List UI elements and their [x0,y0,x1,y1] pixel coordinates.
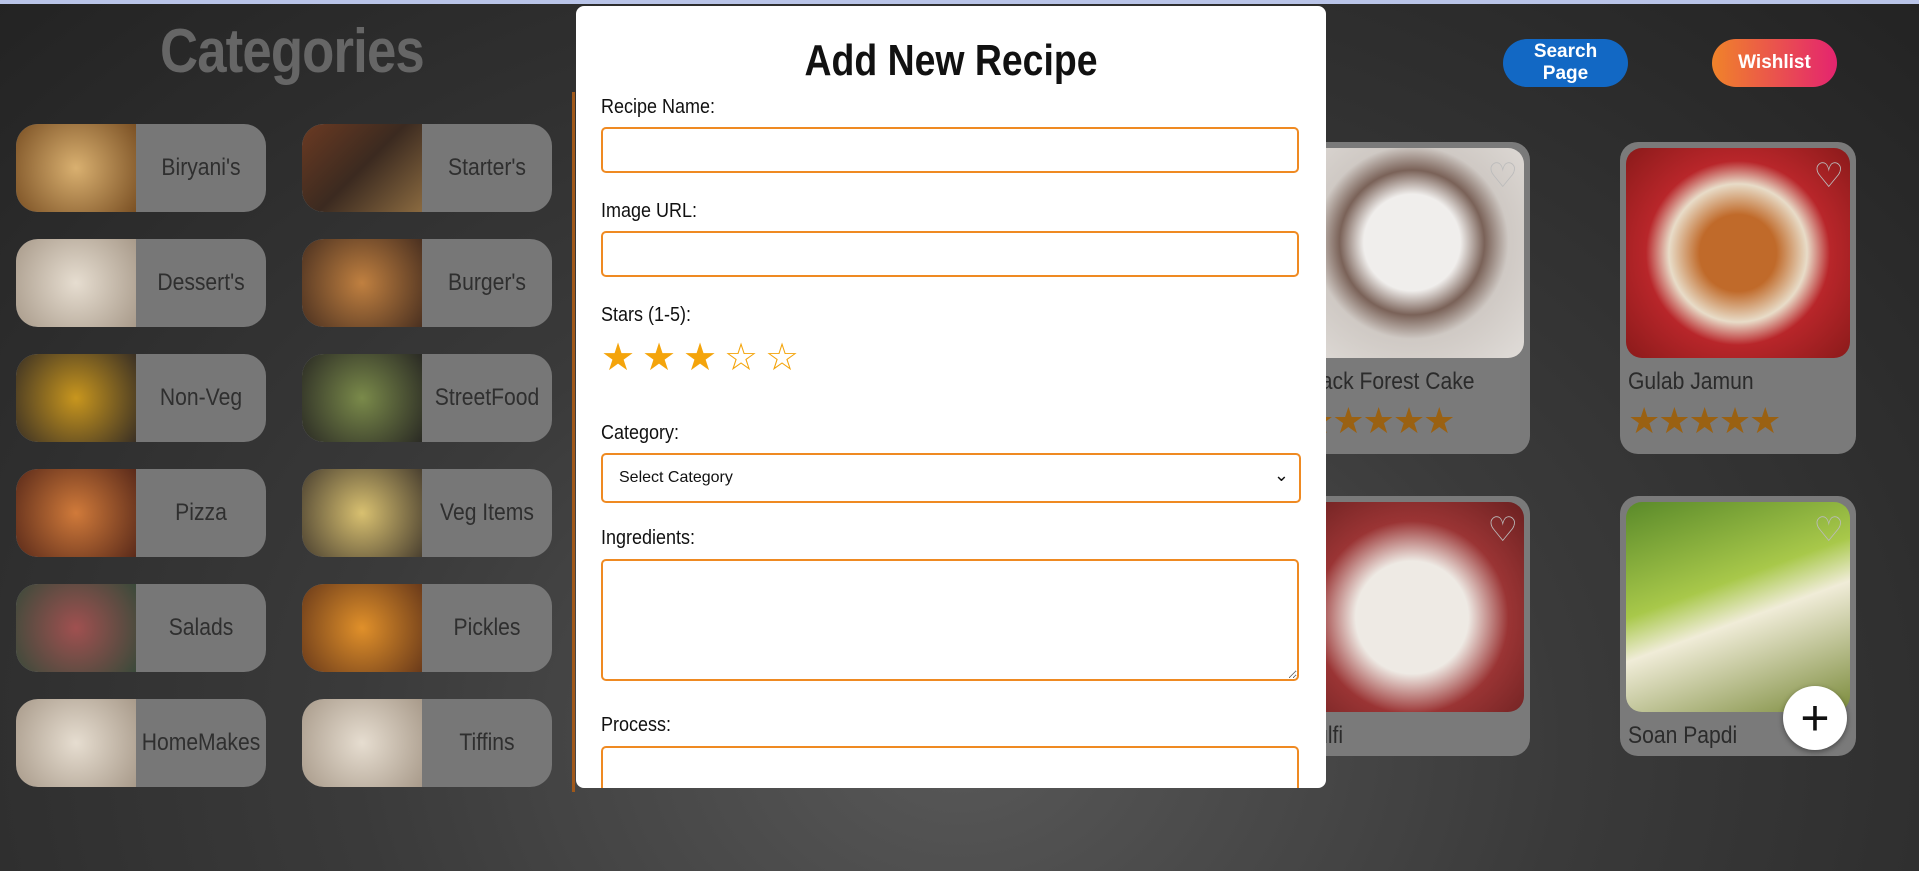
category-image [302,699,422,787]
category-label: Starter's [448,154,526,181]
category-image [302,354,422,442]
category-label: Biryani's [161,154,241,181]
recipe-name: Black Forest Cake [1302,368,1475,395]
category-tile-salads[interactable]: Salads [16,584,266,672]
category-select-value: Select Category [619,469,733,486]
wishlist-button[interactable]: Wishlist [1712,39,1837,87]
ingredients-textarea[interactable] [601,559,1299,681]
category-image [16,239,136,327]
category-image [16,469,136,557]
category-tile-pizza[interactable]: Pizza [16,469,266,557]
plus-icon: + [1800,690,1830,746]
category-select[interactable]: Select Category ⌄ [601,453,1301,503]
add-recipe-modal: Add New Recipe Recipe Name: Image URL: S… [576,6,1326,788]
category-tile-desserts[interactable]: Dessert's [16,239,266,327]
category-tile-pickles[interactable]: Pickles [302,584,552,672]
search-page-button[interactable]: Search Page [1503,39,1628,87]
category-label: Salads [168,614,234,641]
recipe-stars: ★★★★★ [1628,400,1781,441]
heart-icon[interactable]: ♡ [1814,510,1844,550]
recipe-name-label: Recipe Name: [601,96,716,118]
category-label: Pickles [453,614,521,641]
category-image [302,124,422,212]
image-url-label: Image URL: [601,200,698,222]
category-label: Non-Veg [159,384,243,411]
category-tile-nonveg[interactable]: Non-Veg [16,354,266,442]
category-label: Veg Items [440,499,534,526]
category-image [16,124,136,212]
category-tile-burgers[interactable]: Burger's [302,239,552,327]
recipe-card-black-forest-cake[interactable]: ♡ Black Forest Cake ★★★★★ [1294,142,1530,454]
process-label: Process: [601,714,672,736]
category-image [302,469,422,557]
category-label: Category: [601,422,680,444]
category-label: Tiffins [459,729,515,756]
category-image [16,584,136,672]
recipe-name: Soan Papdi [1628,722,1738,749]
process-textarea[interactable] [601,746,1299,788]
star-5-icon[interactable]: ☆ [765,338,799,378]
modal-title: Add New Recipe [804,36,1098,85]
heart-icon[interactable]: ♡ [1488,156,1518,196]
star-1-icon[interactable]: ★ [601,338,635,378]
category-tile-biryanis[interactable]: Biryani's [16,124,266,212]
category-tile-vegitems[interactable]: Veg Items [302,469,552,557]
add-recipe-fab[interactable]: + [1783,686,1847,750]
star-4-icon[interactable]: ☆ [724,338,758,378]
stars-label: Stars (1-5): [601,304,692,326]
category-label: Pizza [175,499,227,526]
category-tile-streetfood[interactable]: StreetFood [302,354,552,442]
recipe-name: Gulab Jamun [1628,368,1754,395]
category-image [302,584,422,672]
divider-line [572,92,575,792]
category-label: HomeMakes [141,729,261,756]
heart-icon[interactable]: ♡ [1488,510,1518,550]
categories-heading: Categories [160,17,425,86]
chevron-down-icon: ⌄ [1273,465,1289,485]
category-tile-tiffins[interactable]: Tiffins [302,699,552,787]
category-tile-starters[interactable]: Starter's [302,124,552,212]
heart-icon[interactable]: ♡ [1814,156,1844,196]
category-label: Dessert's [157,269,245,296]
category-label: Burger's [448,269,526,296]
category-label: StreetFood [434,384,540,411]
recipe-card-kulfi[interactable]: ♡ Kulfi [1294,496,1530,756]
category-image [16,699,136,787]
ingredients-label: Ingredients: [601,527,696,549]
star-3-icon[interactable]: ★ [683,338,717,378]
category-image [16,354,136,442]
category-image [302,239,422,327]
star-2-icon[interactable]: ★ [642,338,676,378]
image-url-input[interactable] [601,231,1299,277]
recipe-card-gulab-jamun[interactable]: ♡ Gulab Jamun ★★★★★ [1620,142,1856,454]
recipe-name-input[interactable] [601,127,1299,173]
category-tile-homemakes[interactable]: HomeMakes [16,699,266,787]
